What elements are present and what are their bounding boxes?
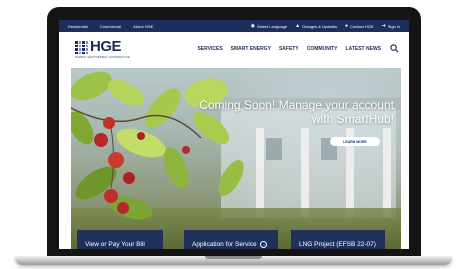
contact-link[interactable]: ● Contact HGE bbox=[344, 22, 374, 29]
card-label: View or Pay Your Bill bbox=[85, 241, 145, 248]
nav-item-latest-news[interactable]: LATEST NEWS bbox=[346, 46, 381, 52]
card-lng-project[interactable]: LNG Project (EFSB 22-07) › bbox=[291, 230, 385, 249]
person-icon: ● bbox=[344, 22, 348, 29]
logo-name: HGE bbox=[90, 38, 122, 55]
card-label: Application for Service bbox=[192, 241, 257, 248]
main-nav: SERVICES SMART ENERGY SAFETY COMMUNITY L… bbox=[197, 46, 381, 52]
nav-item-services[interactable]: SERVICES bbox=[197, 46, 222, 52]
globe-icon: ◉ bbox=[250, 22, 256, 29]
outages-link[interactable]: ▲ Outages & Updates bbox=[295, 22, 337, 29]
card-application-service[interactable]: Application for Service › bbox=[184, 230, 278, 249]
utility-link-about[interactable]: About HGE bbox=[133, 24, 153, 29]
nav-item-safety[interactable]: SAFETY bbox=[279, 46, 299, 52]
nav-item-smart-energy[interactable]: SMART ENERGY bbox=[231, 46, 271, 52]
laptop-notch bbox=[205, 256, 262, 259]
arrow-circle-icon: › bbox=[260, 240, 268, 248]
logo-grid-icon bbox=[75, 41, 88, 54]
hero-banner: Coming Soon! Manage your account with Sm… bbox=[71, 68, 401, 249]
card-pay-bill[interactable]: View or Pay Your Bill › bbox=[77, 230, 163, 249]
search-icon[interactable] bbox=[390, 44, 399, 53]
select-language-link[interactable]: ◉ Select Language bbox=[250, 22, 288, 29]
hero-headline: Coming Soon! Manage your account with Sm… bbox=[199, 98, 394, 126]
learn-more-button[interactable]: LEARN MORE bbox=[330, 137, 380, 146]
site-header: HGE HARDIN GEOTHERMAL COOPERATIVE SERVIC… bbox=[59, 32, 409, 70]
utility-bar: Residential Commercial About HGE ◉ Selec… bbox=[59, 20, 409, 32]
logo-tagline: HARDIN GEOTHERMAL COOPERATIVE bbox=[75, 56, 130, 59]
contact-label: Contact HGE bbox=[349, 23, 374, 29]
utility-right-links: ◉ Select Language ▲ Outages & Updates ● … bbox=[250, 22, 400, 29]
warning-icon: ▲ bbox=[295, 22, 301, 29]
sign-in-label: Sign in bbox=[387, 23, 400, 29]
sign-in-link[interactable]: ➜ Sign in bbox=[381, 22, 400, 29]
card-label: LNG Project (EFSB 22-07) bbox=[299, 241, 376, 248]
utility-link-commercial[interactable]: Commercial bbox=[100, 24, 121, 29]
logo[interactable]: HGE HARDIN GEOTHERMAL COOPERATIVE bbox=[75, 38, 131, 60]
berry-branch-image bbox=[71, 71, 244, 220]
sign-in-icon: ➜ bbox=[381, 22, 386, 29]
utility-link-residential[interactable]: Residential bbox=[68, 24, 88, 29]
select-language-label: Select Language bbox=[257, 23, 288, 29]
nav-item-community[interactable]: COMMUNITY bbox=[307, 46, 338, 52]
screen: Residential Commercial About HGE ◉ Selec… bbox=[59, 20, 409, 249]
outages-label: Outages & Updates bbox=[302, 23, 337, 29]
utility-left-links: Residential Commercial About HGE bbox=[68, 24, 153, 29]
